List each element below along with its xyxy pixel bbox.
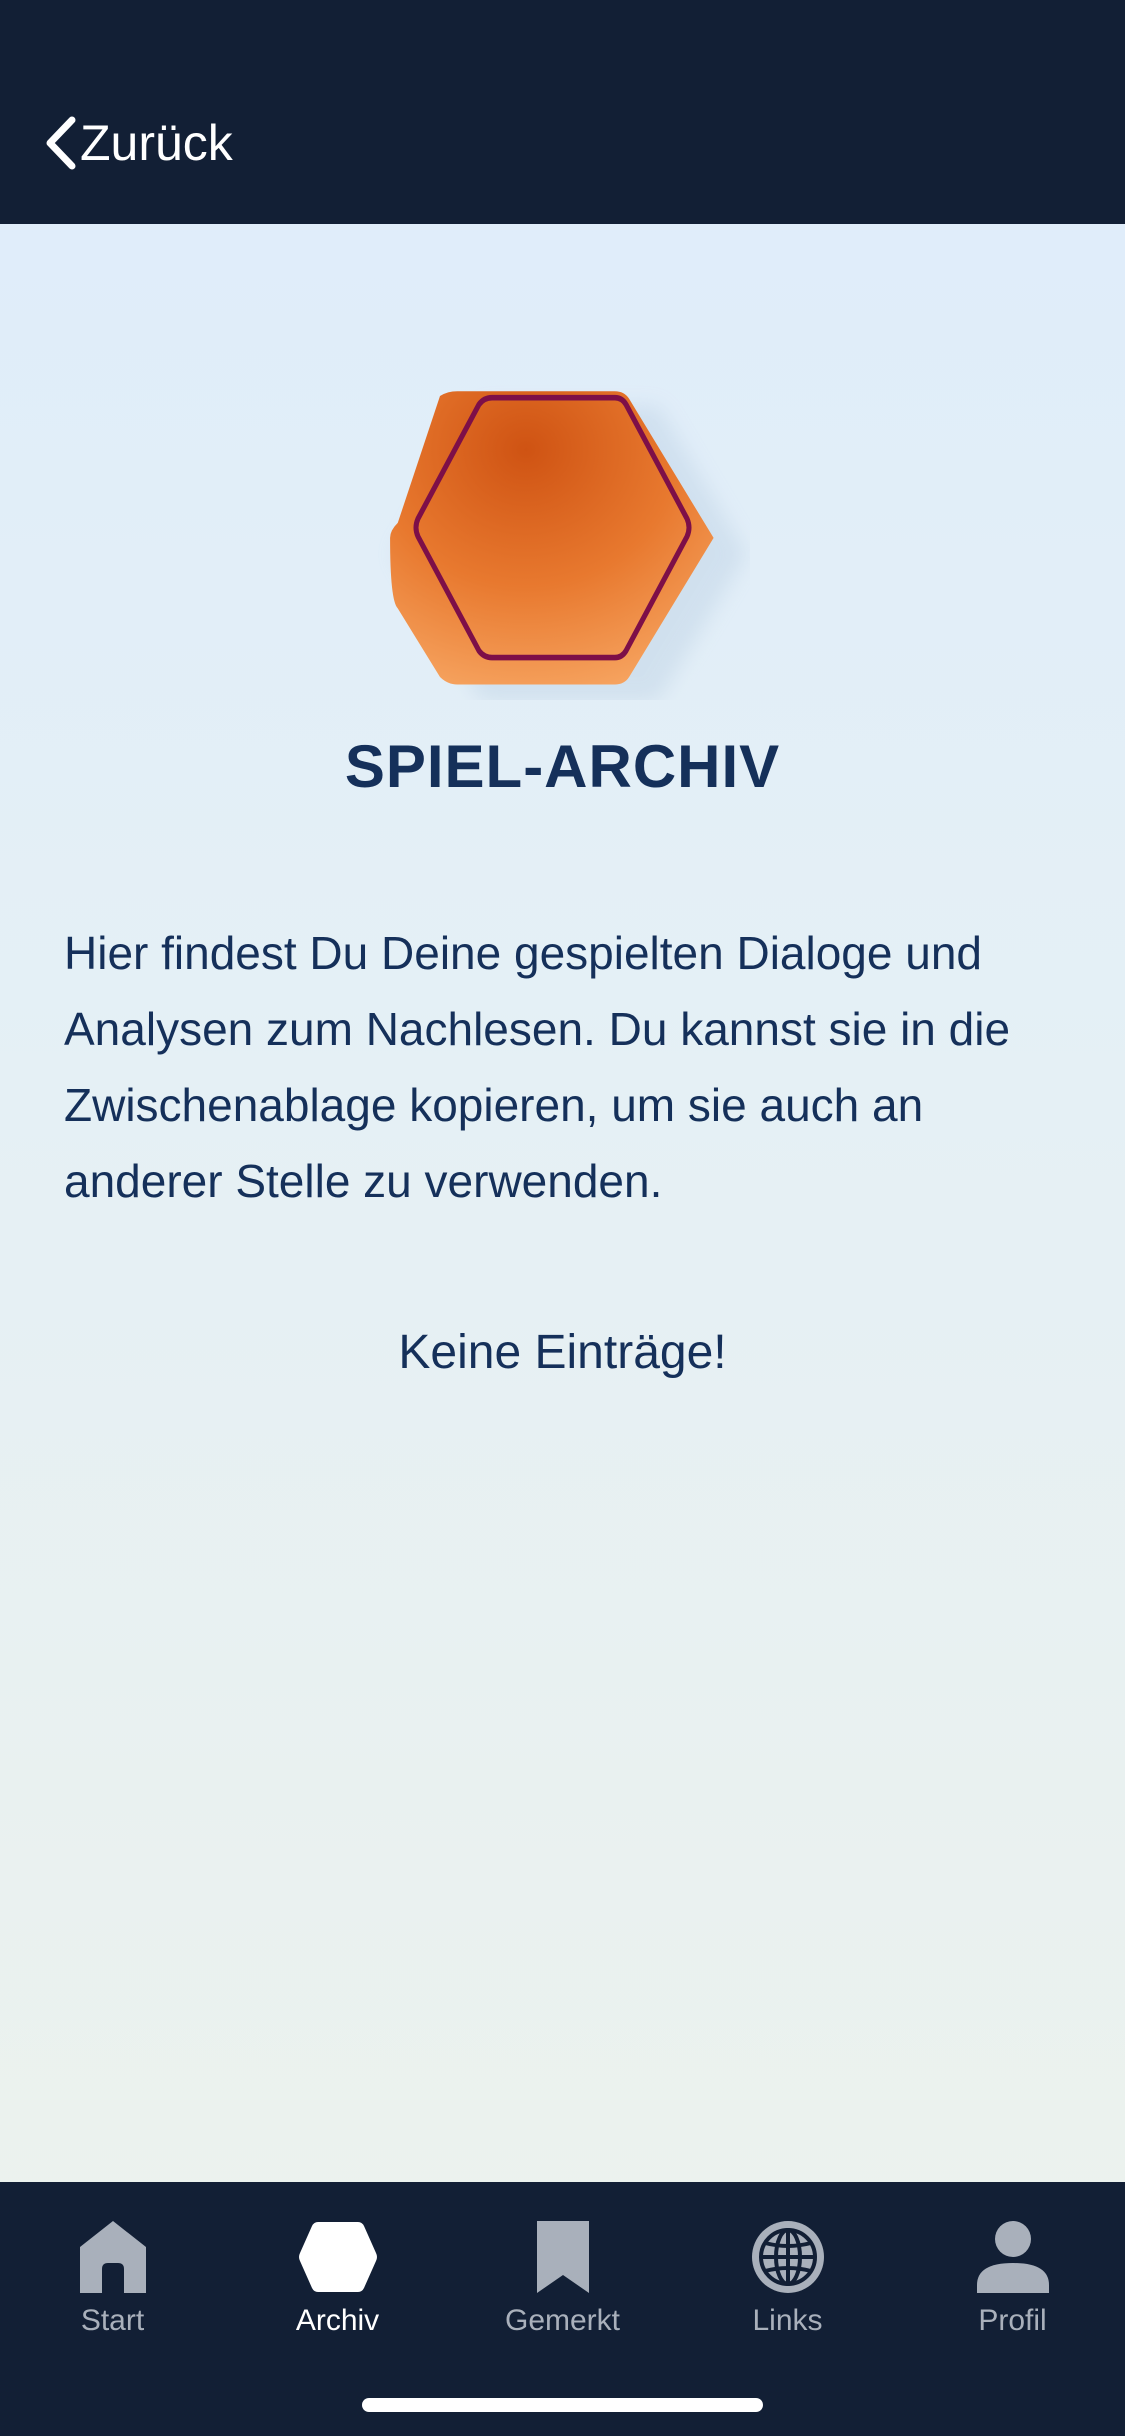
globe-icon <box>743 2212 833 2302</box>
bookmark-icon <box>518 2212 608 2302</box>
tab-label-start: Start <box>80 2304 145 2337</box>
hexagon-icon <box>293 2212 383 2302</box>
person-icon <box>968 2212 1058 2302</box>
tab-archiv[interactable]: Archiv <box>225 2212 450 2362</box>
bottom-tab-bar: Start Archiv Gemerkt Links Profil <box>0 2182 1125 2436</box>
tab-label-archiv: Archiv <box>295 2304 380 2337</box>
top-navigation-bar: Zurück <box>0 0 1125 224</box>
tab-label-links: Links <box>752 2304 823 2337</box>
page-title: SPIEL-ARCHIV <box>344 733 781 800</box>
archive-hexagon-icon <box>390 391 747 700</box>
home-icon <box>68 2212 158 2302</box>
tab-links[interactable]: Links <box>675 2212 900 2362</box>
back-button-label: Zurück <box>80 115 233 171</box>
tab-gemerkt[interactable]: Gemerkt <box>450 2212 675 2362</box>
back-button[interactable]: Zurück <box>44 108 233 178</box>
intro-description: Hier findest Du Deine gespielten Dialoge… <box>64 927 1011 1207</box>
home-indicator[interactable] <box>362 2398 763 2412</box>
chevron-left-icon <box>46 116 76 170</box>
tab-label-gemerkt: Gemerkt <box>504 2304 621 2337</box>
tab-start[interactable]: Start <box>0 2212 225 2362</box>
tab-label-profil: Profil <box>978 2304 1047 2337</box>
tab-profil[interactable]: Profil <box>900 2212 1125 2362</box>
empty-state-message: Keine Einträge! <box>398 1326 727 1379</box>
